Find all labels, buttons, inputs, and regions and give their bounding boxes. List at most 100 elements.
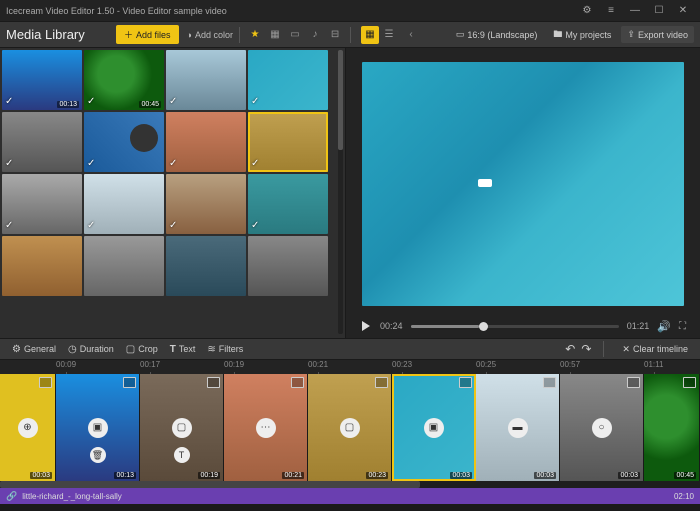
total-time: 01:21 (627, 321, 650, 331)
library-thumbnail[interactable]: ✓00:45 (84, 50, 164, 110)
audio-filter-icon[interactable]: ♪ (306, 26, 324, 44)
gear-icon: ⚙ (12, 344, 21, 355)
volume-icon[interactable]: 🔊 (657, 320, 671, 333)
timeline-clips[interactable]: ⊕00:03▣🗑00:13▢T00:19⋯00:21▢00:23▣00:03▬0… (0, 374, 700, 481)
timeline-clip[interactable]: ▣ 🗑 00:13 (56, 374, 140, 481)
timeline-clip[interactable]: ⋯00:21 (224, 374, 308, 481)
projects-icon: 🖿 (553, 27, 562, 43)
library-thumbnail[interactable]: ✓ (166, 174, 246, 234)
redo-button[interactable]: ↷ (581, 342, 591, 356)
all-files-icon[interactable]: ★ (246, 26, 264, 44)
timeline-clip[interactable]: ▣ 00:03 (392, 374, 476, 481)
clip-duration: 00:03 (30, 472, 52, 479)
library-thumbnail[interactable]: ✓ (84, 112, 164, 172)
library-thumbnail[interactable]: ✓ (166, 50, 246, 110)
ruler-tick: 00:25 (476, 360, 496, 369)
add-color-button[interactable]: ◑Add color (187, 30, 233, 40)
undo-button[interactable]: ↶ (565, 342, 575, 356)
clip-type-icon (207, 377, 220, 388)
collapse-button[interactable]: ≡ (600, 2, 622, 20)
general-tool[interactable]: ⚙General (6, 342, 62, 357)
export-icon: ⇪ (627, 29, 635, 40)
library-thumbnail[interactable] (166, 236, 246, 296)
library-thumbnail[interactable]: ✓ (248, 112, 328, 172)
preview-video[interactable] (362, 62, 684, 306)
clip-action-button[interactable]: ○ (592, 418, 612, 438)
clip-secondary-button[interactable]: 🗑 (90, 447, 106, 463)
clip-action-button[interactable]: ▢ (172, 418, 192, 438)
minimize-button[interactable]: — (624, 2, 646, 20)
library-thumbnail[interactable] (2, 236, 82, 296)
maximize-button[interactable]: ☐ (648, 2, 670, 20)
clip-action-button[interactable]: ▣ (424, 418, 444, 438)
clip-action-button[interactable]: ▣ (88, 418, 108, 438)
ruler-tick: 00:23 (392, 360, 412, 369)
timeline-clip[interactable]: ▬00:03 (476, 374, 560, 481)
fullscreen-icon[interactable]: ⛶ (679, 321, 686, 332)
grid-view-icon[interactable]: ▦ (361, 26, 379, 44)
library-thumbnail[interactable]: ✓ (2, 112, 82, 172)
timeline-scrollbar[interactable] (0, 481, 700, 488)
scrollbar-thumb[interactable] (338, 50, 343, 150)
export-video-button[interactable]: ⇪Export video (621, 26, 694, 43)
timeline: 00:0900:1700:1900:2100:2300:2500:5701:11… (0, 360, 700, 488)
clip-action-button[interactable]: ⊕ (18, 418, 38, 438)
library-thumbnail[interactable]: ✓00:13 (2, 50, 82, 110)
image-filter-icon[interactable]: ▦ (266, 26, 284, 44)
timeline-ruler[interactable]: 00:0900:1700:1900:2100:2300:2500:5701:11 (0, 360, 700, 374)
library-thumbnail[interactable]: ✓ (2, 174, 82, 234)
timeline-clip[interactable]: ○ 00:03 (560, 374, 644, 481)
library-thumbnail[interactable] (84, 236, 164, 296)
clip-action-button[interactable]: ⋯ (256, 418, 276, 438)
seek-knob[interactable] (479, 322, 488, 331)
library-thumbnail[interactable]: ✓ (84, 174, 164, 234)
separator (603, 341, 604, 357)
text-filter-icon[interactable]: ⊟ (326, 26, 344, 44)
preview-panel: 00:24 01:21 🔊 ⛶ (346, 48, 700, 338)
settings-button[interactable]: ⚙ (576, 2, 598, 20)
ruler-tick: 00:09 (56, 360, 76, 369)
top-toolbar: Media Library ＋Add files ◑Add color ★ ▦ … (0, 22, 700, 48)
duration-tool[interactable]: ◷Duration (62, 342, 120, 357)
media-library-title: Media Library (6, 27, 116, 42)
clip-action-button[interactable]: ▢ (340, 418, 360, 438)
clip-type-icon (683, 377, 696, 388)
filters-tool[interactable]: ≋Filters (201, 342, 249, 357)
timeline-clip[interactable]: ▢00:23 (308, 374, 392, 481)
seek-bar[interactable] (411, 325, 619, 328)
text-tool[interactable]: TText (164, 342, 202, 357)
filters-icon: ≋ (207, 344, 215, 355)
clip-secondary-button[interactable]: T (174, 447, 190, 463)
collapse-library-button[interactable]: ‹ (402, 26, 420, 44)
crop-tool[interactable]: ▢Crop (120, 342, 164, 357)
timeline-clip[interactable]: ▢T00:19 (140, 374, 224, 481)
clip-duration: 00:03 (450, 472, 472, 479)
close-button[interactable]: ✕ (672, 2, 694, 20)
audio-track[interactable]: 🔗 little-richard_-_long-tall-sally 02:10 (0, 488, 700, 504)
check-icon: ✓ (169, 220, 177, 231)
clip-duration: 00:03 (618, 472, 640, 479)
timeline-clip[interactable]: ⊕ 00:03 (0, 374, 56, 481)
clip-duration: 00:45 (674, 472, 696, 479)
clip-type-icon (123, 377, 136, 388)
clip-duration: 00:13 (114, 472, 136, 479)
clip-action-button[interactable]: ▬ (508, 418, 528, 438)
list-view-icon[interactable]: ☰ (380, 26, 398, 44)
scrollbar-thumb[interactable] (0, 481, 420, 488)
play-button[interactable] (360, 320, 372, 332)
titlebar: Icecream Video Editor 1.50 - Video Edito… (0, 0, 700, 22)
audio-duration: 02:10 (674, 492, 694, 501)
aspect-ratio-button[interactable]: ▭16:9 (Landscape) (450, 26, 544, 43)
ruler-tick: 00:19 (224, 360, 244, 369)
clear-timeline-button[interactable]: ✕Clear timeline (616, 342, 694, 357)
add-files-button[interactable]: ＋Add files (116, 25, 179, 44)
my-projects-button[interactable]: 🖿My projects (547, 24, 617, 46)
library-thumbnail[interactable]: ✓ (248, 50, 328, 110)
check-icon: ✓ (251, 220, 259, 231)
library-thumbnail[interactable]: ✓ (248, 174, 328, 234)
library-thumbnail[interactable]: ✓ (166, 112, 246, 172)
library-thumbnail[interactable] (248, 236, 328, 296)
video-filter-icon[interactable]: ▭ (286, 26, 304, 44)
timeline-clip[interactable]: 00:45 (644, 374, 700, 481)
library-scrollbar[interactable] (338, 50, 343, 334)
